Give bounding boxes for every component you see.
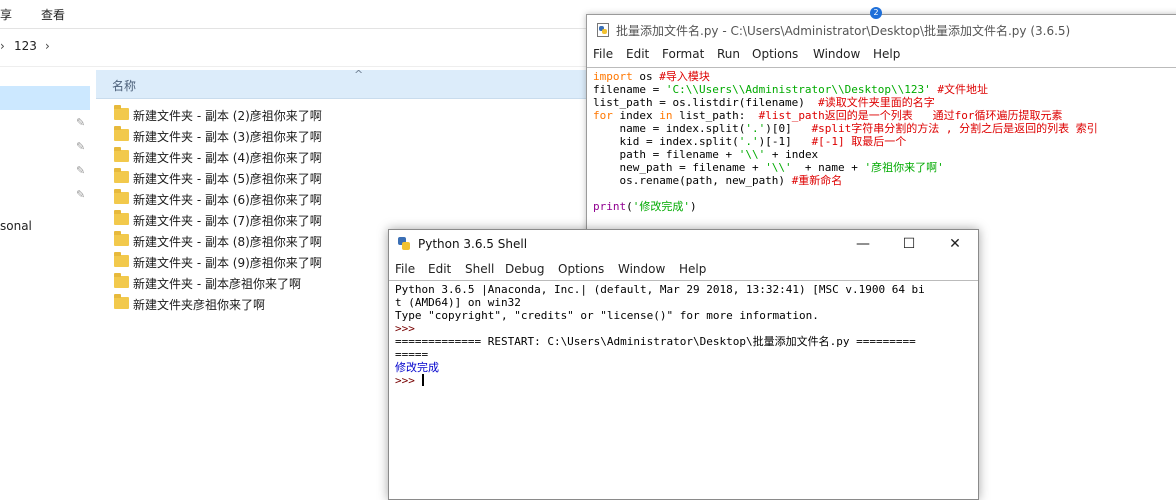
- python-file-icon: [595, 22, 609, 37]
- editor-title: 批量添加文件名.py - C:\Users\Administrator\Desk…: [616, 24, 1071, 38]
- editor-title-bar[interactable]: 批量添加文件名.py - C:\Users\Administrator\Desk…: [587, 7, 1176, 45]
- folder-icon: [114, 252, 129, 267]
- file-name: 新建文件夹 - 副本 (5)彦祖你来了啊: [133, 172, 322, 186]
- folder-icon: [114, 147, 129, 162]
- menu-options[interactable]: Options: [752, 47, 798, 61]
- sort-ascending-icon: ^: [354, 68, 364, 81]
- folder-icon: [114, 126, 129, 141]
- close-button[interactable]: ✕: [932, 230, 978, 260]
- shell-output: Python 3.6.5 |Anaconda, Inc.| (default, …: [395, 283, 925, 387]
- file-name: 新建文件夹 - 副本 (6)彦祖你来了啊: [133, 193, 322, 207]
- pin-icon[interactable]: ✎: [76, 116, 88, 129]
- list-item[interactable]: 新建文件夹 - 副本 (5)彦祖你来了啊: [112, 168, 412, 189]
- menu-file[interactable]: File: [395, 262, 415, 276]
- file-name: 新建文件夹 - 副本 (9)彦祖你来了啊: [133, 256, 322, 270]
- folder-icon: [114, 189, 129, 204]
- ribbon-tab-share[interactable]: 享: [0, 6, 12, 23]
- folder-icon: [114, 210, 129, 225]
- pin-icon[interactable]: ✎: [76, 140, 88, 153]
- menu-help[interactable]: Help: [873, 47, 900, 61]
- menu-window[interactable]: Window: [618, 262, 665, 276]
- folder-icon: [114, 231, 129, 246]
- breadcrumb-chevron-icon[interactable]: ›: [45, 39, 50, 53]
- editor-menu-bar: File Edit Format Run Options Window Help: [587, 45, 1176, 65]
- list-item[interactable]: 新建文件夹 - 副本 (2)彦祖你来了啊: [112, 105, 412, 126]
- nav-item-personal[interactable]: sonal: [0, 219, 32, 233]
- list-item[interactable]: 新建文件夹 - 副本 (8)彦祖你来了啊: [112, 231, 412, 252]
- breadcrumb-folder[interactable]: 123: [14, 39, 37, 53]
- python-icon: [397, 237, 411, 251]
- list-item[interactable]: 新建文件夹 - 副本 (6)彦祖你来了啊: [112, 189, 412, 210]
- column-label-name: 名称: [112, 79, 137, 93]
- folder-icon: [114, 273, 129, 288]
- ribbon-tab-view[interactable]: 查看: [41, 6, 65, 23]
- list-item[interactable]: 新建文件夹 - 副本 (9)彦祖你来了啊: [112, 252, 412, 273]
- menu-debug[interactable]: Debug: [505, 262, 544, 276]
- menu-edit[interactable]: Edit: [626, 47, 649, 61]
- list-item[interactable]: 新建文件夹彦祖你来了啊: [112, 294, 412, 315]
- shell-console[interactable]: Python 3.6.5 |Anaconda, Inc.| (default, …: [389, 280, 978, 500]
- menu-file[interactable]: File: [593, 47, 613, 61]
- name-column-header[interactable]: ^ 名称: [96, 68, 596, 99]
- file-name: 新建文件夹 - 副本 (2)彦祖你来了啊: [133, 109, 322, 123]
- list-item[interactable]: 新建文件夹 - 副本 (3)彦祖你来了啊: [112, 126, 412, 147]
- shell-title: Python 3.6.5 Shell: [418, 237, 528, 251]
- source-code: import os #导入模块 filename = 'C:\\Users\\A…: [593, 70, 1098, 213]
- folder-icon: [114, 105, 129, 120]
- breadcrumb-chevron-icon[interactable]: ›: [0, 39, 5, 53]
- navigation-pane: ✎ ✎ ✎ ✎ sonal: [0, 70, 92, 498]
- menu-edit[interactable]: Edit: [428, 262, 451, 276]
- menu-run[interactable]: Run: [717, 47, 740, 61]
- shell-title-bar[interactable]: Python 3.6.5 Shell — ☐ ✕: [389, 230, 978, 260]
- list-item[interactable]: 新建文件夹 - 副本彦祖你来了啊: [112, 273, 412, 294]
- file-name: 新建文件夹 - 副本彦祖你来了啊: [133, 277, 301, 291]
- pin-icon[interactable]: ✎: [76, 188, 88, 201]
- python-shell-window: Python 3.6.5 Shell — ☐ ✕ File Edit Shell…: [388, 229, 979, 500]
- list-item[interactable]: 新建文件夹 - 副本 (4)彦祖你来了啊: [112, 147, 412, 168]
- file-name: 新建文件夹 - 副本 (3)彦祖你来了啊: [133, 130, 322, 144]
- minimize-button[interactable]: —: [840, 230, 886, 260]
- file-name: 新建文件夹 - 副本 (4)彦祖你来了啊: [133, 151, 322, 165]
- notification-badge: 2: [870, 7, 882, 19]
- text-cursor: [421, 374, 424, 386]
- menu-format[interactable]: Format: [662, 47, 704, 61]
- file-name: 新建文件夹 - 副本 (7)彦祖你来了啊: [133, 214, 322, 228]
- menu-help[interactable]: Help: [679, 262, 706, 276]
- folder-icon: [114, 294, 129, 309]
- menu-options[interactable]: Options: [558, 262, 604, 276]
- file-name: 新建文件夹 - 副本 (8)彦祖你来了啊: [133, 235, 322, 249]
- file-name: 新建文件夹彦祖你来了啊: [133, 298, 266, 312]
- maximize-button[interactable]: ☐: [886, 230, 932, 260]
- folder-icon: [114, 168, 129, 183]
- nav-item-selected[interactable]: [0, 86, 90, 110]
- shell-menu-bar: File Edit Shell Debug Options Window Hel…: [389, 260, 978, 280]
- pin-icon[interactable]: ✎: [76, 164, 88, 177]
- menu-shell[interactable]: Shell: [465, 262, 494, 276]
- list-item[interactable]: 新建文件夹 - 副本 (7)彦祖你来了啊: [112, 210, 412, 231]
- menu-window[interactable]: Window: [813, 47, 860, 61]
